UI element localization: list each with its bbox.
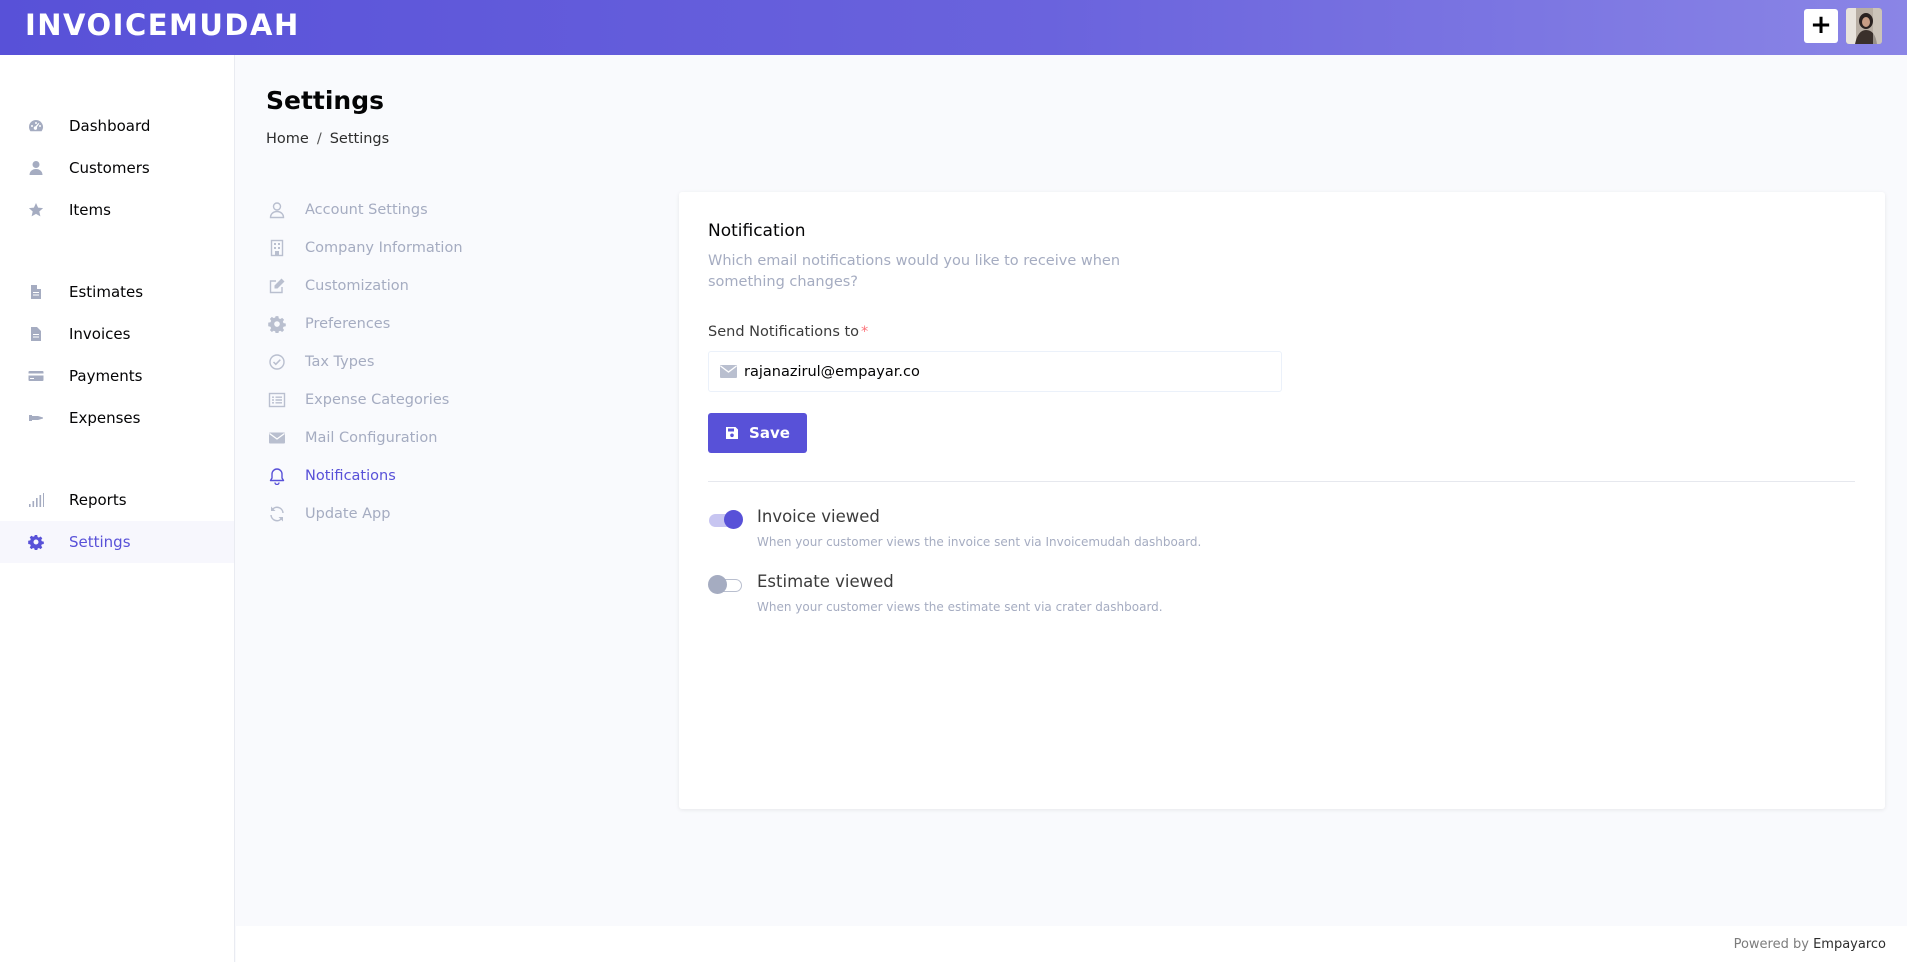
settings-menu-label: Account Settings xyxy=(305,202,428,218)
star-icon xyxy=(28,203,44,217)
notification-card: Notification Which email notifications w… xyxy=(679,192,1885,809)
money-icon xyxy=(29,415,43,421)
sidebar-item-label: Reports xyxy=(69,491,127,509)
quick-add-button[interactable]: + xyxy=(1804,9,1838,43)
gear-icon xyxy=(268,316,286,333)
footer: Powered by Empayarco xyxy=(236,926,1907,962)
refresh-icon xyxy=(270,506,284,522)
toggle-description: When your customer views the invoice sen… xyxy=(757,535,1202,549)
document-icon xyxy=(31,285,41,299)
signal-bars-icon xyxy=(29,493,44,507)
toggle-knob xyxy=(708,575,727,594)
save-button-label: Save xyxy=(749,424,790,442)
footer-brand-link[interactable]: Empayarco xyxy=(1813,937,1886,952)
user-avatar[interactable] xyxy=(1846,8,1882,44)
page-title: Settings xyxy=(266,86,385,115)
settings-menu-mail-configuration[interactable]: Mail Configuration xyxy=(268,426,437,450)
toggle-title: Estimate viewed xyxy=(757,572,894,591)
card-title: Notification xyxy=(708,221,806,241)
sidebar-item-label: Dashboard xyxy=(69,117,151,135)
breadcrumb-current: Settings xyxy=(329,131,390,147)
settings-menu-label: Notifications xyxy=(305,468,396,484)
toggle-title: Invoice viewed xyxy=(757,507,880,526)
credit-card-icon xyxy=(28,371,44,381)
user-outline-icon xyxy=(269,202,285,219)
list-icon xyxy=(268,392,286,408)
envelope-icon xyxy=(269,432,285,444)
sidebar-item-dashboard[interactable]: Dashboard xyxy=(0,105,234,147)
settings-menu-label: Update App xyxy=(305,506,391,522)
settings-menu-tax-types[interactable]: Tax Types xyxy=(268,350,374,374)
sidebar-item-label: Settings xyxy=(69,533,131,551)
sidebar-item-invoices[interactable]: Invoices xyxy=(0,313,234,355)
sidebar-item-settings[interactable]: Settings xyxy=(0,521,234,563)
sidebar-item-label: Items xyxy=(69,201,111,219)
settings-menu-label: Preferences xyxy=(305,316,391,332)
footer-prefix: Powered by xyxy=(1733,937,1809,952)
settings-menu-label: Mail Configuration xyxy=(305,430,438,446)
settings-menu-company-information[interactable]: Company Information xyxy=(268,236,463,260)
sidebar: Dashboard Customers Items Estimates Invo… xyxy=(0,55,235,962)
check-circle-icon xyxy=(269,354,285,370)
top-header: INVOICEMUDAH + xyxy=(0,0,1907,55)
sidebar-item-label: Payments xyxy=(69,367,143,385)
settings-menu-account-settings[interactable]: Account Settings xyxy=(268,198,428,222)
floppy-disk-icon xyxy=(726,427,739,439)
required-asterisk: * xyxy=(861,324,869,340)
section-divider xyxy=(708,481,1855,482)
sidebar-item-reports[interactable]: Reports xyxy=(0,479,234,521)
settings-menu-label: Tax Types xyxy=(305,354,375,370)
sidebar-item-payments[interactable]: Payments xyxy=(0,355,234,397)
breadcrumb: Home / Settings xyxy=(266,131,389,147)
toggle-description: When your customer views the estimate se… xyxy=(757,600,1163,614)
settings-menu-label: Expense Categories xyxy=(305,392,450,408)
settings-menu-label: Customization xyxy=(305,278,409,294)
dashboard-gauge-icon xyxy=(29,120,43,132)
card-description: Which email notifications would you like… xyxy=(708,253,1121,290)
gear-icon xyxy=(28,535,44,550)
envelope-icon xyxy=(720,365,737,378)
settings-menu-customization[interactable]: Customization xyxy=(268,274,409,298)
user-icon xyxy=(29,161,43,175)
footer-credit: Powered by Empayarco xyxy=(1734,937,1886,952)
sidebar-item-expenses[interactable]: Expenses xyxy=(0,397,234,439)
settings-menu-update-app[interactable]: Update App xyxy=(268,502,390,526)
sidebar-item-items[interactable]: Items xyxy=(0,189,234,231)
settings-menu-preferences[interactable]: Preferences xyxy=(268,312,390,336)
bell-icon xyxy=(269,468,285,485)
settings-menu-expense-categories[interactable]: Expense Categories xyxy=(268,388,449,412)
plus-icon: + xyxy=(1810,10,1832,40)
field-label-text: Send Notifications to xyxy=(708,324,860,340)
app-logo[interactable]: INVOICEMUDAH xyxy=(25,9,300,41)
sidebar-item-label: Invoices xyxy=(69,325,131,343)
invoice-viewed-toggle[interactable] xyxy=(708,510,743,529)
notification-email-field[interactable] xyxy=(708,351,1282,392)
estimate-viewed-toggle[interactable] xyxy=(708,575,743,594)
edit-icon xyxy=(269,278,285,294)
breadcrumb-separator: / xyxy=(316,131,322,147)
settings-menu-notifications[interactable]: Notifications xyxy=(268,464,396,488)
sidebar-item-label: Customers xyxy=(69,159,150,177)
building-icon xyxy=(270,239,284,257)
notification-email-input[interactable] xyxy=(744,352,1274,391)
sidebar-item-customers[interactable]: Customers xyxy=(0,147,234,189)
document-icon xyxy=(31,327,41,341)
save-button[interactable]: Save xyxy=(708,413,807,453)
sidebar-item-estimates[interactable]: Estimates xyxy=(0,271,234,313)
send-notifications-label: Send Notifications to * xyxy=(708,324,868,340)
settings-menu-label: Company Information xyxy=(305,240,463,256)
toggle-knob xyxy=(724,510,743,529)
breadcrumb-home-link[interactable]: Home xyxy=(266,131,309,147)
sidebar-item-label: Estimates xyxy=(69,283,144,301)
sidebar-item-label: Expenses xyxy=(69,409,141,427)
